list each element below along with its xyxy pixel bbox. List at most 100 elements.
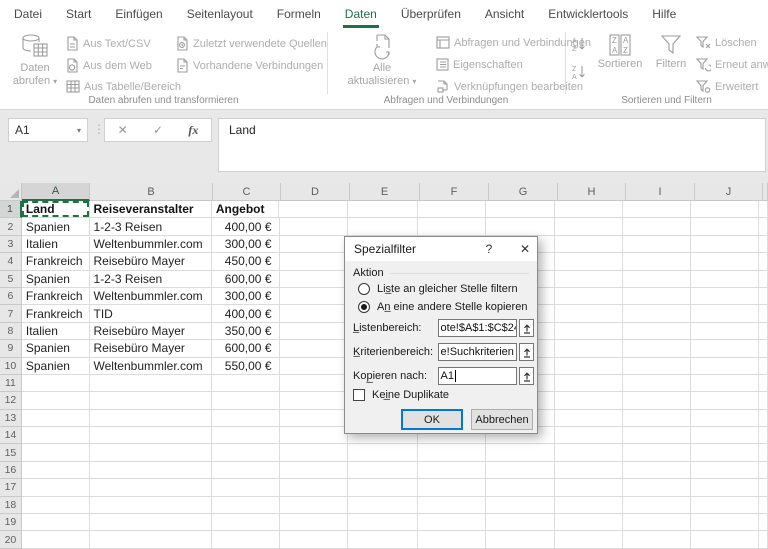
tab-überprüfen[interactable]: Überprüfen — [399, 0, 463, 28]
cell-H18[interactable] — [555, 497, 623, 514]
tab-seitenlayout[interactable]: Seitenlayout — [185, 0, 255, 28]
cell-H12[interactable] — [555, 392, 623, 409]
cell-A10[interactable]: Spanien — [22, 358, 90, 375]
cell-D10[interactable] — [280, 358, 349, 375]
close-icon[interactable]: ✕ — [511, 237, 539, 261]
row-header-5[interactable]: 5 — [0, 271, 22, 288]
cell-E19[interactable] — [348, 514, 418, 531]
queries-connections-button[interactable]: Abfragen und Verbindungen — [436, 36, 591, 49]
cell-G18[interactable] — [486, 497, 555, 514]
cell-H16[interactable] — [555, 462, 623, 479]
cell-C20[interactable] — [212, 531, 280, 548]
sort-za-button[interactable]: ZA — [571, 64, 587, 80]
cell-J7[interactable] — [691, 305, 759, 322]
row-header-20[interactable]: 20 — [0, 531, 22, 548]
cell-I18[interactable] — [623, 497, 692, 514]
name-box[interactable]: A1 ▾ — [8, 118, 88, 142]
column-header-H[interactable]: H — [558, 183, 626, 201]
cell-A13[interactable] — [22, 410, 90, 427]
cell-F17[interactable] — [418, 479, 487, 496]
cell-G19[interactable] — [486, 514, 555, 531]
cell-I11[interactable] — [623, 375, 692, 392]
cell-J9[interactable] — [691, 340, 759, 357]
tab-daten[interactable]: Daten — [343, 0, 379, 28]
cell-F20[interactable] — [418, 531, 487, 548]
cell-B1[interactable]: Reiseveranstalter — [90, 201, 212, 218]
cell-D7[interactable] — [280, 305, 349, 322]
cell-I12[interactable] — [623, 392, 692, 409]
cell-C12[interactable] — [212, 392, 280, 409]
cell-C1[interactable]: Angebot — [212, 201, 280, 218]
row-header-18[interactable]: 18 — [0, 497, 22, 514]
row-header-16[interactable]: 16 — [0, 462, 22, 479]
cell-I15[interactable] — [623, 444, 692, 461]
radio-icon[interactable] — [358, 301, 370, 313]
tab-start[interactable]: Start — [64, 0, 93, 28]
tab-datei[interactable]: Datei — [12, 0, 44, 28]
cell-A6[interactable]: Frankreich — [22, 288, 90, 305]
cell-I10[interactable] — [623, 358, 692, 375]
cell-I9[interactable] — [623, 340, 692, 357]
cell-E20[interactable] — [348, 531, 418, 548]
cell-D1[interactable] — [279, 201, 348, 218]
cell-C8[interactable]: 350,00 € — [212, 323, 280, 340]
column-header-A[interactable]: A — [22, 183, 90, 201]
cell-H2[interactable] — [555, 218, 623, 235]
tab-entwicklertools[interactable]: Entwicklertools — [546, 0, 630, 28]
row-header-1[interactable]: 1 — [0, 201, 22, 218]
cell-C17[interactable] — [212, 479, 280, 496]
row-header-4[interactable]: 4 — [0, 253, 22, 270]
cell-B10[interactable]: Weltenbummler.com — [90, 358, 212, 375]
cell-J1[interactable] — [691, 201, 759, 218]
edit-links-button[interactable]: Verknüpfungen bearbeiten — [436, 80, 583, 94]
cell-J3[interactable] — [691, 236, 759, 253]
tab-einfügen[interactable]: Einfügen — [113, 0, 164, 28]
cell-C6[interactable]: 300,00 € — [212, 288, 280, 305]
cell-D5[interactable] — [280, 271, 349, 288]
cell-B15[interactable] — [90, 444, 212, 461]
cell-G16[interactable] — [486, 462, 555, 479]
cell-H17[interactable] — [555, 479, 623, 496]
cell-D19[interactable] — [280, 514, 349, 531]
recent-sources-button[interactable]: Zuletzt verwendete Quellen — [176, 36, 327, 51]
cell-J18[interactable] — [691, 497, 759, 514]
sort-az-button[interactable]: AZ — [571, 36, 587, 52]
cell-J20[interactable] — [691, 531, 759, 548]
cell-B6[interactable]: Weltenbummler.com — [90, 288, 212, 305]
cell-D20[interactable] — [280, 531, 349, 548]
cell-A9[interactable]: Spanien — [22, 340, 90, 357]
ok-button[interactable]: OK — [401, 409, 463, 430]
cell-H11[interactable] — [555, 375, 623, 392]
cell-H14[interactable] — [555, 427, 623, 444]
cell-I5[interactable] — [623, 271, 692, 288]
properties-button[interactable]: Eigenschaften — [436, 58, 523, 71]
cell-H9[interactable] — [555, 340, 623, 357]
cell-C11[interactable] — [212, 375, 280, 392]
row-header-12[interactable]: 12 — [0, 392, 22, 409]
cell-C2[interactable]: 400,00 € — [212, 218, 280, 235]
cell-I7[interactable] — [623, 305, 692, 322]
cell-D13[interactable] — [280, 410, 349, 427]
sort-button[interactable]: ZA AZ Sortieren — [594, 32, 646, 71]
cell-A14[interactable] — [22, 427, 90, 444]
cell-H8[interactable] — [555, 323, 623, 340]
filter-advanced-button[interactable]: Erweitert — [696, 80, 758, 94]
cancel-button[interactable]: Abbrechen — [471, 409, 533, 430]
cell-D4[interactable] — [280, 253, 349, 270]
cell-B4[interactable]: Reisebüro Mayer — [90, 253, 212, 270]
cell-I14[interactable] — [623, 427, 692, 444]
cell-A3[interactable]: Italien — [22, 236, 90, 253]
cell-J17[interactable] — [691, 479, 759, 496]
cell-A18[interactable] — [22, 497, 90, 514]
cell-J5[interactable] — [691, 271, 759, 288]
cell-G2[interactable] — [486, 218, 555, 235]
cell-C15[interactable] — [212, 444, 280, 461]
cell-F1[interactable] — [418, 201, 487, 218]
filter-reapply-button[interactable]: Erneut anwenden — [696, 58, 768, 72]
cell-B20[interactable] — [90, 531, 212, 548]
column-header-I[interactable]: I — [626, 183, 695, 201]
cell-I1[interactable] — [623, 201, 692, 218]
cell-J6[interactable] — [691, 288, 759, 305]
radio-icon[interactable] — [358, 283, 370, 295]
cell-B2[interactable]: 1-2-3 Reisen — [90, 218, 212, 235]
